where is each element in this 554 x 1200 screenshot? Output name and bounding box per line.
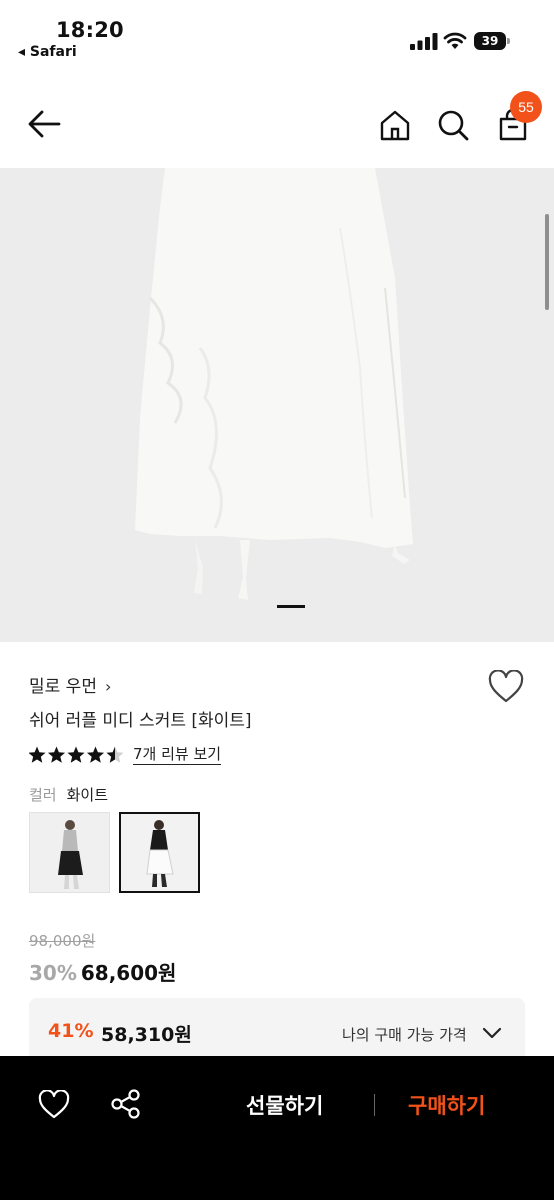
- chevron-right-icon: ›: [104, 677, 112, 696]
- view-reviews-link[interactable]: 7개 리뷰 보기: [133, 744, 222, 765]
- battery-level: 39: [474, 32, 506, 50]
- wifi-icon: [443, 32, 467, 49]
- color-option-white[interactable]: [119, 812, 200, 893]
- black-skirt-thumbnail: [30, 813, 109, 892]
- rating-stars: [29, 746, 124, 763]
- back-app-label: Safari: [29, 44, 77, 60]
- product-image-carousel[interactable]: [0, 168, 554, 642]
- star-icon: [67, 746, 85, 763]
- like-heart-icon[interactable]: [38, 1090, 70, 1120]
- star-icon: [86, 746, 105, 763]
- gift-button[interactable]: 선물하기: [246, 1090, 323, 1120]
- my-price-percent: 41%: [48, 1020, 94, 1042]
- color-label: 컬러: [29, 786, 57, 804]
- home-icon[interactable]: [378, 108, 412, 142]
- button-divider: [374, 1094, 375, 1116]
- page-scrollbar[interactable]: [545, 214, 549, 310]
- bottom-action-bar: 선물하기 구매하기: [0, 1056, 554, 1200]
- share-icon[interactable]: [110, 1088, 142, 1120]
- discount-percent: 30%: [29, 961, 77, 985]
- original-price: 98,000원: [29, 932, 96, 950]
- back-arrow-icon[interactable]: [26, 106, 62, 142]
- cart-count-badge: 55: [510, 91, 542, 123]
- selected-color: 화이트: [66, 786, 109, 804]
- sale-price: 68,600원: [80, 961, 177, 985]
- top-navigation: [0, 80, 554, 168]
- status-bar: 18:20 ◂ Safari 39: [0, 0, 554, 70]
- carousel-indicator: [277, 605, 305, 608]
- star-icon: [47, 746, 66, 763]
- brand-link[interactable]: 밀로 우먼 ›: [29, 672, 111, 697]
- star-icon: [29, 746, 46, 763]
- search-icon[interactable]: [436, 108, 470, 142]
- my-price-label: 나의 구매 가능 가격: [342, 1026, 467, 1044]
- wishlist-heart-icon[interactable]: [488, 670, 524, 704]
- chevron-down-icon[interactable]: [481, 1024, 503, 1042]
- color-option-black[interactable]: [29, 812, 110, 893]
- white-skirt-thumbnail: [121, 814, 198, 891]
- color-selector-label: 컬러 화이트: [29, 784, 108, 805]
- battery-icon: 39: [474, 32, 510, 50]
- status-time: 18:20: [56, 18, 124, 42]
- my-price-value: 58,310원: [101, 1024, 192, 1046]
- skirt-photo: [135, 168, 413, 600]
- back-to-safari-link[interactable]: ◂ Safari: [18, 44, 77, 60]
- sale-price-row: 30% 68,600원: [29, 957, 176, 986]
- brand-name: 밀로 우먼: [29, 677, 97, 697]
- buy-button[interactable]: 구매하기: [408, 1090, 485, 1120]
- product-title: 쉬어 러플 미디 스커트 [화이트]: [29, 711, 252, 731]
- star-icon: [106, 746, 124, 763]
- cellular-signal-icon: [410, 33, 438, 50]
